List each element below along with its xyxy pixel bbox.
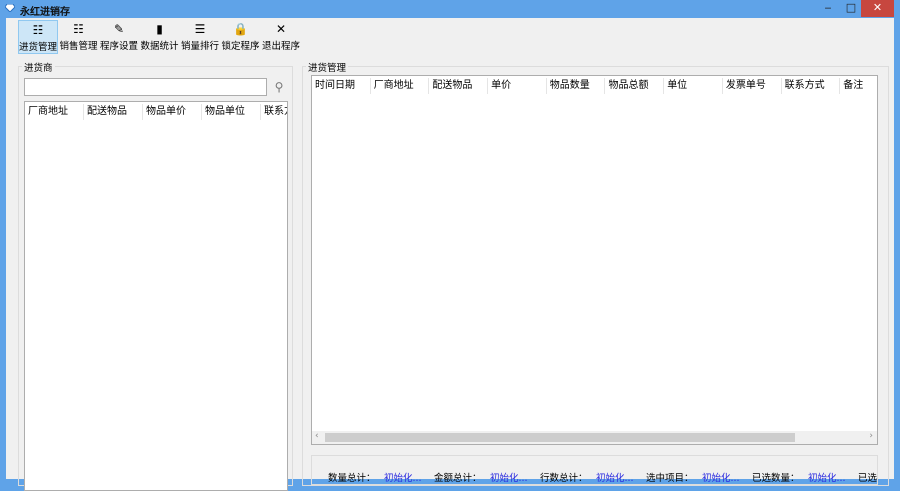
stat-label: 选中项目： <box>646 473 694 484</box>
toolbar-button-lock[interactable]: 🔒 锁定程序 <box>221 20 261 54</box>
column-header[interactable]: 发票单号 <box>723 78 782 94</box>
column-header[interactable]: 联系方式 <box>261 104 287 120</box>
stat-value: 初始化... <box>490 473 528 484</box>
stat-label: 已选数量： <box>752 473 800 484</box>
toolbar-label: 进货管理 <box>19 42 58 53</box>
minimize-button[interactable]: ‒ <box>815 0 841 17</box>
column-header[interactable]: 时间日期 <box>312 78 371 94</box>
stat-label: 已选金额： <box>858 473 878 484</box>
stat-value: 初始化... <box>596 473 634 484</box>
stats-panel: 数量总计： 初始化... 金额总计： 初始化... 行数总计： 初始化... 选中项目： 初始… <box>311 455 878 485</box>
main-window: ☷ 进货管理 ☷ 销售管理 ✎ 程序设置 ▮ 数据统计 ☰ 销量排行 🔒 锁定程序 ✕ 退出程序 进货商 … <box>6 18 894 491</box>
column-header[interactable]: 备注 <box>840 78 877 94</box>
column-header[interactable]: 物品单价 <box>143 104 202 120</box>
purchase-list[interactable]: ‹ › 时间日期 厂商地址 配送物品 单价 物品数量 物品总额 单位 发票单号 联系方式 备注 <box>311 75 878 445</box>
sales-icon: ☷ <box>73 22 84 36</box>
toolbar-button-settings[interactable]: ✎ 程序设置 <box>99 20 139 54</box>
toolbar-button-exit[interactable]: ✕ 退出程序 <box>261 20 301 54</box>
stat-value: 初始化... <box>808 473 846 484</box>
toolbar-label: 锁定程序 <box>221 41 260 52</box>
column-header[interactable]: 联系方式 <box>782 78 841 94</box>
horizontal-scrollbar[interactable]: ‹ › <box>312 431 877 444</box>
toolbar-label: 销售管理 <box>59 41 98 52</box>
app-diamond-icon <box>5 4 15 12</box>
title-bar: 永红进销存 ‒ □ ✕ <box>0 0 900 18</box>
toolbar-label: 销量排行 <box>180 41 219 52</box>
exit-icon: ✕ <box>275 22 287 36</box>
bar-chart-icon: ▮ <box>156 22 163 36</box>
column-header[interactable]: 物品总额 <box>606 78 665 94</box>
scroll-right-arrow[interactable]: › <box>869 431 873 441</box>
toolbar-button-sales[interactable]: ☷ 销售管理 <box>59 20 99 54</box>
scroll-left-arrow[interactable]: ‹ <box>315 431 319 441</box>
column-header[interactable]: 物品单位 <box>202 104 261 120</box>
column-header[interactable]: 配送物品 <box>429 78 489 94</box>
column-header[interactable]: 配送物品 <box>84 104 143 120</box>
supplier-list[interactable]: 厂商地址配送物品物品单价物品单位联系方式 <box>24 101 288 491</box>
lock-icon: 🔒 <box>233 22 248 36</box>
stat-label: 行数总计： <box>540 473 588 484</box>
column-header[interactable]: 物品数量 <box>547 78 606 94</box>
column-header[interactable]: 厂商地址 <box>371 78 430 94</box>
column-header[interactable]: 厂商地址 <box>25 104 84 120</box>
close-button[interactable]: ✕ <box>861 0 894 17</box>
toolbar-label: 程序设置 <box>99 41 138 52</box>
window-title: 永红进销存 <box>20 7 70 18</box>
column-header[interactable]: 单位 <box>664 78 723 94</box>
settings-icon: ✎ <box>113 22 125 36</box>
scrollbar-thumb[interactable] <box>325 433 795 442</box>
column-header[interactable]: 单价 <box>488 78 547 94</box>
toolbar-button-purchase[interactable]: ☷ 进货管理 <box>18 20 58 54</box>
maximize-button[interactable]: □ <box>841 0 861 17</box>
toolbar-button-bar-chart[interactable]: ▮ 数据统计 <box>140 20 180 54</box>
purchase-group-label: 进货管理 <box>306 60 349 74</box>
toolbar-label: 退出程序 <box>261 41 300 52</box>
supplier-search-input[interactable] <box>24 78 267 96</box>
stat-label: 金额总计： <box>434 473 482 484</box>
search-icon[interactable]: ⚲ <box>270 78 288 96</box>
ranking-list-icon: ☰ <box>194 22 206 36</box>
purchase-icon: ☷ <box>32 23 44 37</box>
stat-label: 数量总计： <box>328 473 376 484</box>
stat-value: 初始化... <box>702 473 740 484</box>
stat-value: 初始化... <box>384 473 422 484</box>
supplier-group-label: 进货商 <box>22 60 55 74</box>
toolbar-button-ranking-list[interactable]: ☰ 销量排行 <box>180 20 220 54</box>
toolbar-label: 数据统计 <box>140 41 179 52</box>
